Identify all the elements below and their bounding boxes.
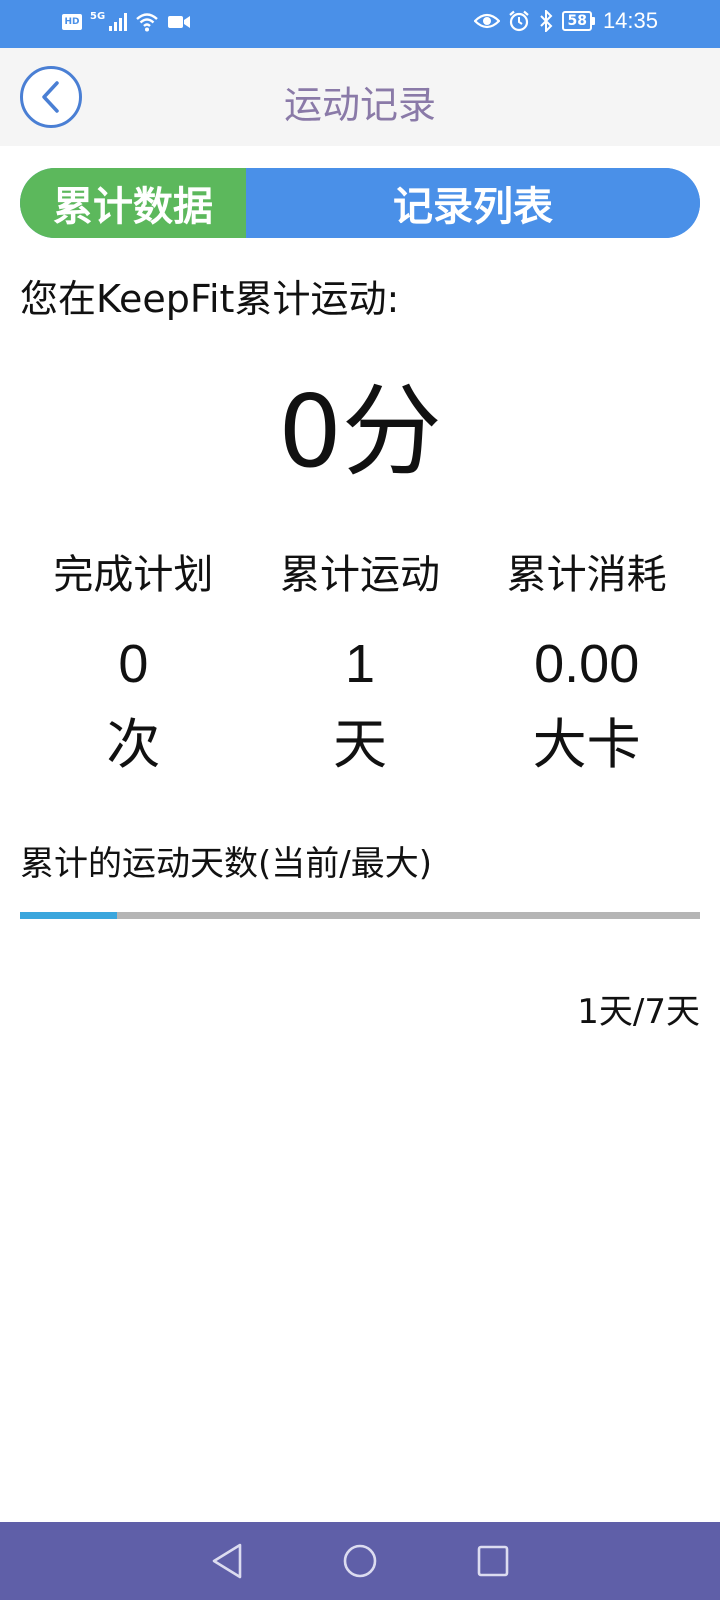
- video-icon: [167, 14, 191, 30]
- stats-grid: 完成计划 0 次 累计运动 1 天 累计消耗 0.00 大卡: [20, 540, 700, 780]
- battery-icon: 58: [562, 11, 595, 31]
- stat-plans-completed: 完成计划 0 次: [20, 540, 247, 780]
- progress-bar: [20, 912, 700, 919]
- stat-label: 累计消耗: [506, 552, 667, 598]
- progress-readout: 1天/7天: [577, 992, 700, 1032]
- wifi-icon: [135, 12, 159, 32]
- nav-home-icon: [343, 1544, 377, 1578]
- nav-recents-button[interactable]: [469, 1537, 517, 1585]
- segment-control: 累计数据 记录列表: [20, 168, 700, 238]
- nav-back-button[interactable]: [203, 1537, 251, 1585]
- tab-cumulative-data[interactable]: 累计数据: [20, 168, 246, 238]
- bluetooth-icon: [538, 10, 554, 32]
- network-type: 5G: [90, 11, 106, 22]
- total-exercise-time: 0分: [278, 373, 442, 490]
- tab-record-list[interactable]: 记录列表: [246, 168, 700, 238]
- signal-icon: [109, 13, 128, 31]
- progress-label: 累计的运动天数(当前/最大): [20, 844, 432, 884]
- nav-recents-icon: [478, 1545, 509, 1577]
- progress-fill: [20, 912, 118, 919]
- stat-exercise-days: 累计运动 1 天: [247, 540, 474, 780]
- nav-back-icon: [212, 1543, 241, 1579]
- intro-text: 您在KeepFit累计运动:: [20, 277, 400, 321]
- alarm-icon: [508, 10, 530, 32]
- hd-icon: HD: [62, 14, 82, 30]
- stat-value: 0.00: [534, 634, 640, 694]
- status-left: HD 5G: [62, 12, 191, 32]
- page-title: 运动记录: [283, 83, 436, 127]
- stat-value: 0: [118, 634, 149, 694]
- stat-label: 累计运动: [280, 552, 440, 598]
- system-nav-bar: [0, 1522, 720, 1600]
- clock: 14:35: [602, 8, 658, 33]
- app-header: 运动记录: [0, 48, 720, 146]
- stat-value: 1: [344, 634, 376, 694]
- stat-label: 完成计划: [53, 552, 214, 598]
- stat-calories-burned: 累计消耗 0.00 大卡: [473, 540, 700, 780]
- stat-unit: 次: [106, 713, 161, 776]
- status-right: 58 14:35: [474, 8, 658, 34]
- battery-level: 58: [562, 11, 592, 31]
- status-bar: HD 5G 58 14:35: [0, 0, 720, 48]
- stat-unit: 大卡: [532, 713, 641, 776]
- eye-icon: [474, 12, 501, 30]
- nav-home-button[interactable]: [336, 1537, 384, 1585]
- stat-unit: 天: [333, 713, 387, 776]
